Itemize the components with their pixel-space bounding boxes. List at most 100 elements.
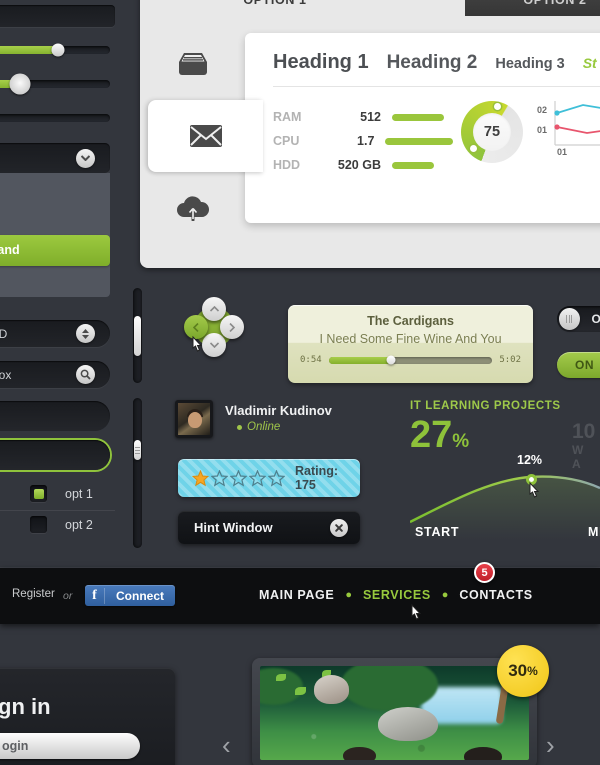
tab-option-2[interactable]: OPTION 2	[465, 0, 600, 16]
player-time-current: 0:54	[300, 355, 322, 365]
avatar[interactable]	[175, 400, 213, 438]
slider-2[interactable]	[0, 73, 110, 95]
chevron-right-icon	[229, 322, 235, 332]
slider-1[interactable]	[0, 43, 110, 57]
login-button[interactable]: ogin	[0, 733, 140, 759]
nav-link-contacts[interactable]: CONTACTS	[459, 588, 532, 602]
faded-line-2: A	[572, 456, 581, 471]
carousel-prev-button[interactable]: ‹	[222, 730, 231, 761]
checkbox-opt-1[interactable]	[30, 485, 47, 502]
scrollbar-bottom-thumb[interactable]	[134, 440, 141, 460]
chevron-up-icon	[209, 306, 219, 312]
nav-link-services[interactable]: SERVICES	[363, 588, 431, 602]
heading-1[interactable]: Heading 1	[273, 51, 369, 74]
option-row-2-left-label: 2	[0, 518, 30, 532]
carousel-next-button[interactable]: ›	[546, 730, 555, 761]
currency-field[interactable]: USD	[0, 320, 110, 347]
notification-badge[interactable]: 5	[474, 562, 495, 583]
dpad-left-button[interactable]	[184, 315, 208, 339]
dpad-down-button[interactable]	[202, 333, 226, 357]
faded-number: 10	[572, 420, 596, 443]
player-seek-bar[interactable]	[328, 355, 493, 365]
card-headings: Heading 1 Heading 2 Heading 3 St	[273, 51, 600, 74]
checkbox-opt-2[interactable]	[30, 516, 47, 533]
star-icon-empty	[230, 469, 247, 487]
facebook-icon: f	[85, 587, 105, 604]
carousel-image[interactable]	[260, 666, 529, 760]
edit-field-2[interactable]: dit	[0, 440, 110, 470]
scrollbar-top[interactable]	[133, 288, 142, 383]
star-rating[interactable]	[192, 469, 285, 487]
toggle-on[interactable]: ON	[557, 352, 600, 378]
heading-status[interactable]: St	[583, 55, 597, 71]
stat-row-ram: RAM 512	[273, 105, 453, 129]
stat-label: RAM	[273, 110, 302, 124]
option-row-1-left-label: 1	[0, 487, 30, 501]
dpad-up-button[interactable]	[202, 297, 226, 321]
chart-xlabel-mid: MI	[588, 525, 600, 539]
currency-value: USD	[0, 326, 8, 341]
mini-chart-ylabel-01: 01	[537, 125, 548, 135]
scrollbar-top-thumb[interactable]	[134, 316, 141, 356]
scrollbar-bottom[interactable]	[133, 398, 142, 548]
slider-1-knob[interactable]	[51, 43, 65, 57]
option-row-1-label: opt 1	[65, 486, 93, 501]
select-options-list: lia la ealand	[0, 173, 110, 297]
top-panel: OPTION 1 OPTION 2 Heading 1 Heading 2 He…	[140, 0, 600, 268]
facebook-connect-button[interactable]: f Connect	[85, 585, 175, 606]
toggle-off[interactable]: OFF	[557, 306, 600, 332]
mini-line-chart: 02 01 01	[537, 99, 600, 169]
option-tabs: OPTION 1 OPTION 2	[140, 0, 600, 28]
carousel-animal-head-right	[464, 746, 503, 760]
nav-links: MAIN PAGE ● SERVICES ● CONTACTS	[259, 588, 533, 602]
rating-label: Rating: 175	[295, 464, 339, 492]
option-row-1: 1 opt 1	[0, 485, 115, 502]
nav-link-main-page[interactable]: MAIN PAGE	[259, 588, 334, 602]
search-input[interactable]: n box	[0, 361, 110, 388]
rail-item-cloud-upload[interactable]	[140, 172, 245, 244]
chart-tooltip: 12%	[517, 453, 543, 467]
gauge-endpoint-dot	[494, 103, 501, 110]
stat-value: 512	[360, 110, 381, 124]
tab-option-1[interactable]: OPTION 1	[185, 0, 365, 16]
player-artist: The Cardigans	[367, 314, 454, 328]
select-box[interactable]: :	[0, 143, 110, 173]
stat-label: HDD	[273, 158, 301, 172]
rail-item-mail[interactable]	[148, 100, 263, 172]
slider-3[interactable]	[0, 114, 110, 122]
heading-3[interactable]: Heading 3	[495, 56, 564, 72]
register-link[interactable]: Register	[12, 588, 55, 600]
bottom-nav: Register or f Connect MAIN PAGE ● SERVIC…	[0, 562, 600, 624]
hint-window: Hint Window	[178, 511, 360, 544]
list-item[interactable]: la	[0, 204, 110, 235]
list-item[interactable]: lia	[0, 173, 110, 204]
search-icon[interactable]	[76, 365, 95, 384]
dpad-right-button[interactable]	[220, 315, 244, 339]
toggle-off-knob[interactable]	[559, 308, 580, 330]
close-icon[interactable]	[330, 518, 348, 537]
chevron-down-icon[interactable]	[76, 148, 95, 168]
option-divider	[0, 510, 115, 511]
player-seek-knob[interactable]	[386, 355, 396, 365]
slider-2-knob[interactable]	[9, 73, 31, 95]
user-name: Vladimir Kudinov	[225, 403, 332, 418]
toggle-on-label: ON	[575, 358, 594, 372]
text-input-top[interactable]: t	[0, 5, 115, 27]
donut-gauge: 75	[461, 101, 523, 163]
mini-chart-ylabel-02: 02	[537, 105, 548, 115]
rating-widget[interactable]: Rating: 175	[178, 459, 360, 497]
carousel-leaf-2	[294, 686, 306, 695]
ribbon-number: 30	[508, 661, 528, 680]
edit-field-1[interactable]: dit	[0, 401, 110, 431]
chevron-down-icon	[209, 342, 219, 348]
heading-2[interactable]: Heading 2	[387, 52, 478, 74]
list-item[interactable]: ealand	[0, 235, 110, 266]
signin-title: gn in	[0, 694, 51, 719]
rail-item-inbox[interactable]	[140, 28, 245, 100]
chart-data-point[interactable]	[526, 474, 537, 485]
option-row-2: 2 opt 2	[0, 516, 115, 533]
list-item-blank[interactable]	[0, 266, 110, 297]
gauge-value: 75	[473, 113, 511, 151]
stepper-updown-icon[interactable]	[76, 324, 95, 343]
slider-1-fill	[0, 46, 59, 54]
